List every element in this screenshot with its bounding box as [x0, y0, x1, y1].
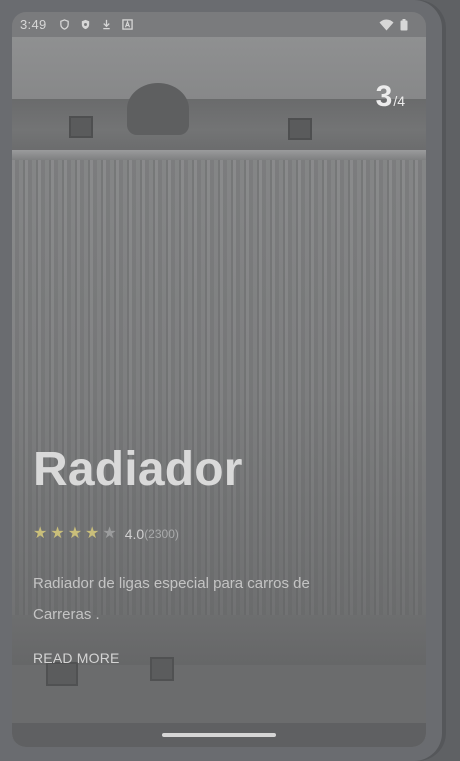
- radiator-cap: [127, 83, 189, 135]
- shield-filled-icon: [81, 19, 89, 30]
- star-filled-icon: ★: [50, 525, 65, 542]
- phone-screen: 3:49 3 / 4 Radiador ★ ★ ★ ★ ★ 4.0 (2300)…: [12, 12, 426, 747]
- gesture-handle[interactable]: [162, 733, 276, 737]
- star-filled-icon: ★: [33, 525, 48, 542]
- carousel-page-indicator: 3 / 4: [376, 80, 405, 114]
- star-empty-icon: ★: [102, 525, 117, 542]
- current-page: 3: [375, 80, 393, 113]
- a-badge-icon: [121, 19, 133, 30]
- status-time: 3:49: [20, 17, 47, 32]
- radiator-bolt: [288, 118, 312, 140]
- total-pages: 4: [397, 93, 405, 109]
- rating-count: (2300): [144, 527, 179, 541]
- star-filled-icon: ★: [67, 525, 83, 542]
- product-description: Radiador de ligas especial para carros d…: [33, 575, 310, 623]
- download-arrow-icon: [102, 19, 110, 30]
- rating-value: 4.0: [124, 526, 145, 542]
- shield-outline-icon: [59, 19, 69, 30]
- product-image[interactable]: [12, 37, 426, 747]
- rating-row: ★ ★ ★ ★ ★ 4.0 (2300): [33, 525, 179, 543]
- status-bar: 3:49: [12, 12, 426, 37]
- radiator-bracket: [150, 657, 174, 681]
- read-more-button[interactable]: READ MORE: [33, 650, 120, 666]
- star-filled-icon: ★: [85, 525, 100, 542]
- wifi-icon: [379, 19, 394, 30]
- battery-icon: [400, 18, 408, 30]
- product-title: Radiador: [33, 443, 243, 496]
- radiator-bolt: [69, 116, 93, 138]
